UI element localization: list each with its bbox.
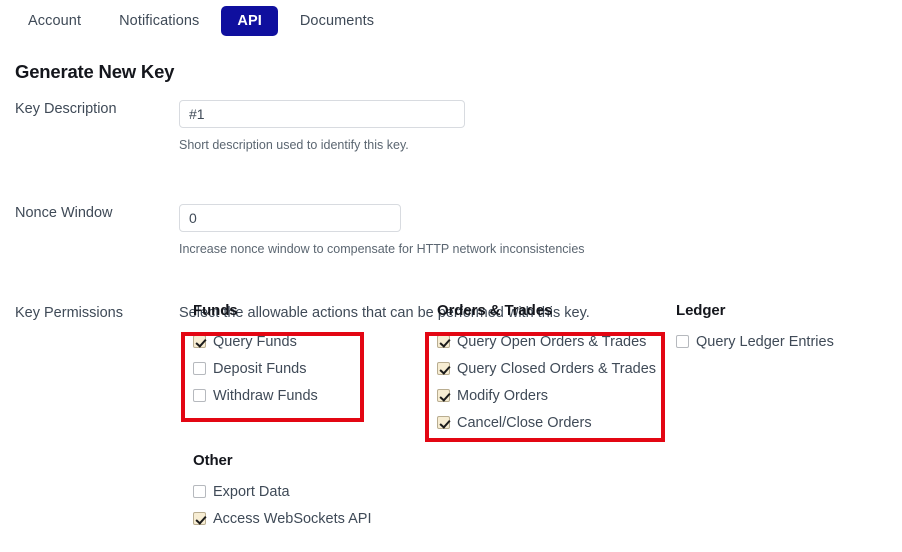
checkbox-row-export-data[interactable]: Export Data: [193, 481, 372, 502]
tab-account[interactable]: Account: [12, 6, 97, 36]
checkbox-cancel-close-orders[interactable]: [437, 416, 450, 429]
checkbox-export-data[interactable]: [193, 485, 206, 498]
key-description-field-group: Short description used to identify this …: [179, 100, 902, 153]
settings-tab-bar: Account Notifications API Documents: [0, 0, 902, 42]
checkbox-query-ledger-entries[interactable]: [676, 335, 689, 348]
key-description-help: Short description used to identify this …: [179, 138, 409, 152]
tab-api[interactable]: API: [221, 6, 278, 36]
checkbox-row-query-closed-orders[interactable]: Query Closed Orders & Trades: [437, 358, 656, 379]
nonce-window-input[interactable]: [179, 204, 401, 232]
key-description-label: Key Description: [15, 101, 117, 117]
checkbox-label-query-funds: Query Funds: [213, 333, 297, 350]
checkbox-label-query-open-orders: Query Open Orders & Trades: [457, 333, 647, 350]
group-title-orders-trades: Orders & Trades: [437, 302, 553, 319]
checkbox-label-export-data: Export Data: [213, 483, 290, 500]
permission-group-ledger: Ledger Query Ledger Entries: [676, 302, 834, 352]
permission-group-orders-trades: Orders & Trades Query Open Orders & Trad…: [437, 302, 656, 433]
group-title-other: Other: [193, 452, 233, 469]
page-title: Generate New Key: [15, 61, 175, 82]
nonce-window-field-group: Increase nonce window to compensate for …: [179, 204, 902, 257]
nonce-window-label: Nonce Window: [15, 205, 113, 221]
checkbox-modify-orders[interactable]: [437, 389, 450, 402]
group-title-ledger: Ledger: [676, 302, 726, 319]
checkbox-row-modify-orders[interactable]: Modify Orders: [437, 385, 656, 406]
generate-new-key-form: Key Description Short description used t…: [0, 100, 902, 322]
checkbox-row-access-websockets-api[interactable]: Access WebSockets API: [193, 508, 372, 529]
tab-documents[interactable]: Documents: [284, 6, 390, 36]
checkbox-row-withdraw-funds[interactable]: Withdraw Funds: [193, 385, 318, 406]
permission-group-funds: Funds Query Funds Deposit Funds Withdraw…: [193, 302, 318, 406]
nonce-window-help: Increase nonce window to compensate for …: [179, 242, 585, 256]
checkbox-row-query-ledger-entries[interactable]: Query Ledger Entries: [676, 331, 834, 352]
checkbox-query-funds[interactable]: [193, 335, 206, 348]
checkbox-withdraw-funds[interactable]: [193, 389, 206, 402]
checkbox-label-query-ledger-entries: Query Ledger Entries: [696, 333, 834, 350]
checkbox-row-deposit-funds[interactable]: Deposit Funds: [193, 358, 318, 379]
key-permissions-label: Key Permissions: [15, 305, 123, 321]
key-description-input[interactable]: [179, 100, 465, 128]
nonce-window-row: Nonce Window Increase nonce window to co…: [0, 204, 902, 257]
checkbox-label-withdraw-funds: Withdraw Funds: [213, 387, 318, 404]
tab-notifications[interactable]: Notifications: [103, 6, 215, 36]
checkbox-deposit-funds[interactable]: [193, 362, 206, 375]
checkbox-row-query-open-orders[interactable]: Query Open Orders & Trades: [437, 331, 656, 352]
checkbox-row-query-funds[interactable]: Query Funds: [193, 331, 318, 352]
checkbox-label-modify-orders: Modify Orders: [457, 387, 549, 404]
checkbox-query-closed-orders[interactable]: [437, 362, 450, 375]
checkbox-label-query-closed-orders: Query Closed Orders & Trades: [457, 360, 657, 377]
checkbox-label-deposit-funds: Deposit Funds: [213, 360, 307, 377]
checkbox-row-cancel-close-orders[interactable]: Cancel/Close Orders: [437, 412, 656, 433]
group-title-funds: Funds: [193, 302, 238, 319]
checkbox-access-websockets-api[interactable]: [193, 512, 206, 525]
checkbox-label-access-websockets-api: Access WebSockets API: [213, 510, 372, 527]
permission-group-other: Other Export Data Access WebSockets API: [193, 452, 372, 529]
checkbox-query-open-orders[interactable]: [437, 335, 450, 348]
checkbox-label-cancel-close-orders: Cancel/Close Orders: [457, 414, 592, 431]
key-description-row: Key Description Short description used t…: [0, 100, 902, 153]
